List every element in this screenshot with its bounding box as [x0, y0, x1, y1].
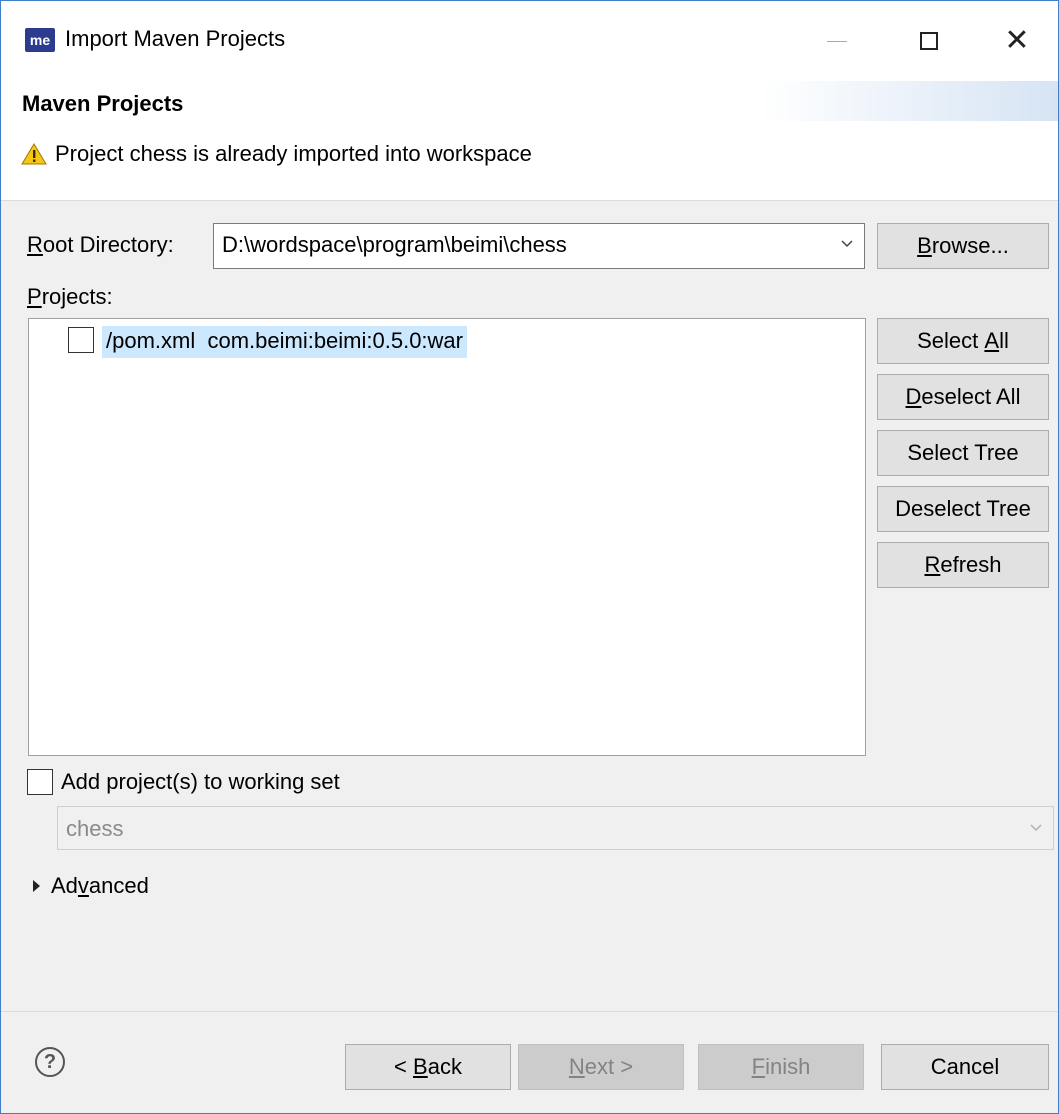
maximize-button[interactable]: [888, 1, 970, 81]
select-all-button[interactable]: Select All: [877, 318, 1049, 364]
maximize-icon: [920, 32, 938, 50]
warning-text: Project chess is already imported into w…: [55, 141, 532, 166]
finish-label: inish: [765, 1054, 811, 1079]
root-directory-combo[interactable]: D:\wordspace\program\beimi\chess: [213, 223, 865, 269]
import-maven-projects-dialog: me Import Maven Projects ✕ Maven Project…: [0, 0, 1059, 1114]
help-icon[interactable]: ?: [35, 1047, 65, 1077]
project-item-label[interactable]: /pom.xml com.beimi:beimi:0.5.0:war: [102, 326, 467, 358]
expand-triangle-icon[interactable]: [33, 880, 40, 892]
root-directory-value: D:\wordspace\program\beimi\chess: [222, 232, 567, 257]
wizard-banner: Maven Projects Project chess is already …: [1, 81, 1058, 201]
chevron-down-icon: [1030, 824, 1042, 832]
deselect-tree-button[interactable]: Deselect Tree: [877, 486, 1049, 532]
window-title: Import Maven Projects: [65, 26, 286, 51]
minimize-button[interactable]: [796, 1, 878, 81]
next-label: ext >: [584, 1054, 634, 1079]
banner-message: Project chess is already imported into w…: [21, 141, 532, 167]
back-label-post: ack: [427, 1054, 462, 1079]
root-directory-label-text: oot Directory:: [42, 232, 174, 257]
chevron-down-icon: [841, 240, 853, 248]
refresh-mnemonic: R: [924, 552, 941, 577]
select-tree-button[interactable]: Select Tree: [877, 430, 1049, 476]
title-bar: me Import Maven Projects ✕: [1, 1, 1058, 81]
browse-label: rowse...: [931, 233, 1009, 258]
next-button[interactable]: Next >: [518, 1044, 684, 1090]
browse-button[interactable]: Browse...: [877, 223, 1049, 269]
banner-gradient: [761, 81, 1058, 121]
deselect-all-label: eselect All: [921, 384, 1021, 409]
cancel-button[interactable]: Cancel: [881, 1044, 1049, 1090]
advanced-label-pre: Ad: [51, 873, 78, 898]
close-button[interactable]: ✕: [976, 1, 1058, 81]
select-all-label-post: ll: [999, 328, 1009, 353]
close-icon: ✕: [1004, 24, 1030, 57]
app-icon: me: [25, 28, 55, 52]
minimize-icon: [827, 40, 847, 42]
projects-label: Projects:: [27, 284, 113, 310]
deselect-all-mnemonic: D: [905, 384, 922, 409]
projects-label-text: rojects:: [41, 284, 113, 309]
browse-mnemonic: B: [917, 233, 932, 258]
refresh-button[interactable]: Refresh: [877, 542, 1049, 588]
select-all-mnemonic: A: [984, 328, 1000, 353]
finish-button[interactable]: Finish: [698, 1044, 864, 1090]
root-directory-mnemonic: R: [27, 232, 43, 257]
back-label-pre: <: [394, 1054, 414, 1079]
deselect-all-button[interactable]: Deselect All: [877, 374, 1049, 420]
refresh-label: efresh: [940, 552, 1002, 577]
advanced-toggle[interactable]: Advanced: [51, 873, 149, 899]
page-title: Maven Projects: [22, 91, 184, 116]
advanced-label-post: anced: [88, 873, 149, 898]
finish-mnemonic: F: [751, 1054, 766, 1079]
working-set-label[interactable]: Add project(s) to working set: [61, 769, 340, 795]
projects-mnemonic: P: [27, 284, 42, 309]
working-set-value: chess: [66, 816, 124, 841]
footer-divider: [1, 1011, 1058, 1012]
select-all-label-pre: Select: [917, 328, 985, 353]
advanced-mnemonic: v: [77, 873, 89, 898]
back-mnemonic: B: [413, 1054, 428, 1079]
next-mnemonic: N: [568, 1054, 585, 1079]
working-set-checkbox[interactable]: [27, 769, 53, 795]
project-checkbox[interactable]: [68, 327, 94, 353]
working-set-combo: chess: [57, 806, 1054, 850]
warning-icon: [21, 143, 47, 165]
back-button[interactable]: < Back: [345, 1044, 511, 1090]
root-directory-label: Root Directory:: [27, 232, 174, 258]
projects-tree[interactable]: /pom.xml com.beimi:beimi:0.5.0:war: [28, 318, 866, 756]
